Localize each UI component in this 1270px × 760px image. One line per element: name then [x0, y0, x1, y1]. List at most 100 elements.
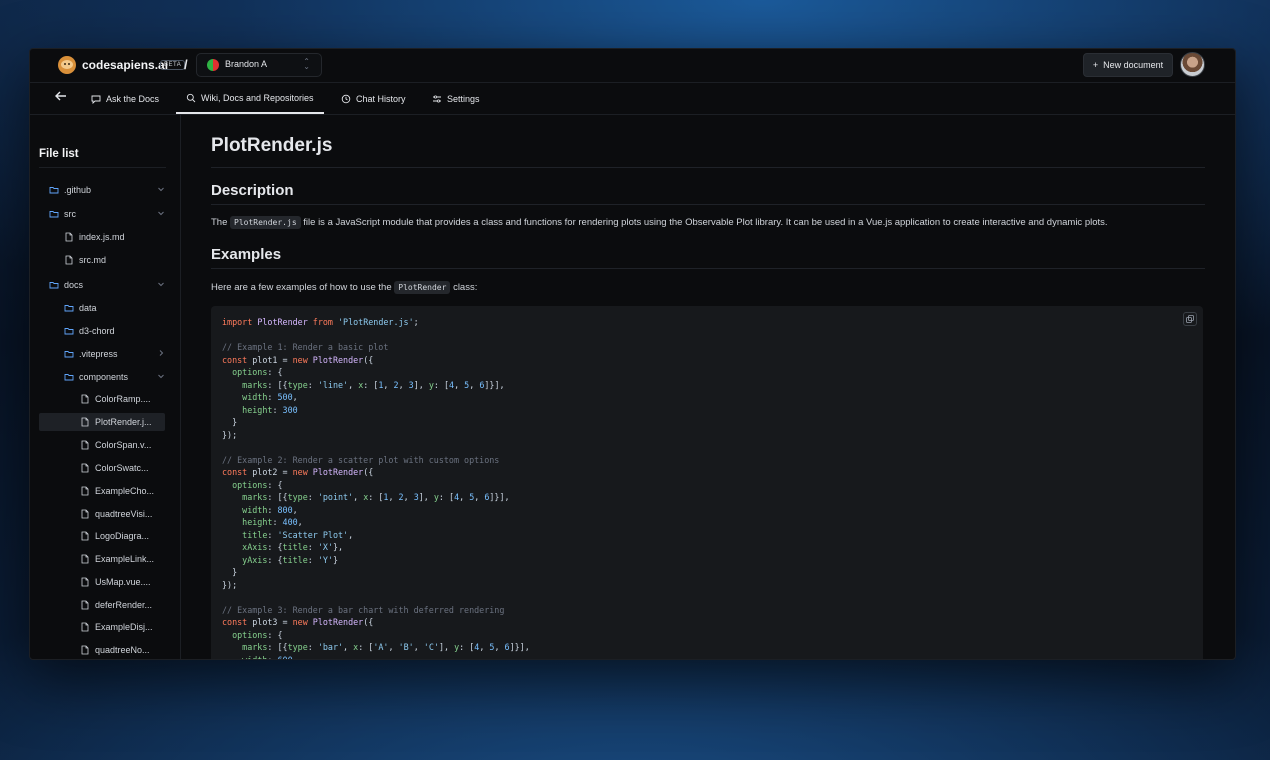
- sidebar-folder[interactable]: .vitepress: [64, 345, 165, 363]
- sidebar-file[interactable]: ColorRamp....: [80, 390, 165, 408]
- chevron-right-icon[interactable]: [157, 349, 165, 359]
- tab-bar: Ask the Docs Wiki, Docs and Repositories…: [30, 83, 1235, 115]
- breadcrumb-separator: /: [184, 57, 188, 72]
- folder-icon: [64, 351, 74, 358]
- inline-code: PlotRender: [394, 281, 451, 294]
- sidebar-file[interactable]: src.md: [64, 251, 165, 269]
- sidebar-folder[interactable]: docs: [49, 276, 165, 294]
- sidebar-item-label: index.js.md: [79, 232, 125, 242]
- sidebar-file[interactable]: ExampleLink...: [80, 550, 165, 568]
- back-arrow-icon[interactable]: [54, 89, 68, 106]
- sidebar-file[interactable]: ExampleDisj...: [80, 618, 165, 636]
- sidebar-folder[interactable]: data: [64, 299, 165, 317]
- sidebar-file[interactable]: ExampleCho...: [80, 482, 165, 500]
- sidebar-item-label: docs: [64, 280, 84, 290]
- sidebar-file[interactable]: UsMap.vue....: [80, 573, 165, 591]
- sidebar-folder[interactable]: d3-chord: [64, 322, 165, 340]
- sidebar-folder[interactable]: .github: [49, 181, 165, 199]
- folder-icon: [49, 187, 59, 194]
- file-icon: [81, 486, 89, 496]
- sidebar-item-label: LogoDiagra...: [95, 531, 150, 541]
- sidebar-item-label: ExampleCho...: [95, 486, 155, 496]
- folder-icon: [49, 211, 59, 218]
- sidebar-item-label: src: [64, 209, 76, 219]
- new-document-button[interactable]: + New document: [1083, 53, 1173, 77]
- sidebar-item-label: data: [79, 303, 97, 313]
- chevron-up-down-icon: ⌃ ⌄: [303, 57, 310, 71]
- sidebar-file[interactable]: ColorSpan.v...: [80, 436, 165, 454]
- tab-ask-the-docs[interactable]: Ask the Docs: [91, 83, 159, 114]
- avatar[interactable]: [1180, 52, 1205, 77]
- sidebar-file[interactable]: ColorSwatc...: [80, 459, 165, 477]
- file-icon: [81, 509, 89, 519]
- tab-label: Chat History: [356, 93, 406, 104]
- inline-code: PlotRender.js: [230, 216, 301, 229]
- tab-label: Ask the Docs: [106, 93, 160, 104]
- code-content: import PlotRender from 'PlotRender.js'; …: [222, 317, 530, 660]
- description-paragraph: The PlotRender.js file is a JavaScript m…: [211, 216, 1108, 229]
- sidebar-file[interactable]: index.js.md: [64, 228, 165, 246]
- sidebar-item-label: components: [79, 372, 129, 382]
- sidebar-file[interactable]: PlotRender.j...: [39, 413, 165, 431]
- tab-wiki-docs-repositories[interactable]: Wiki, Docs and Repositories: [176, 83, 324, 114]
- sidebar-item-label: .github: [64, 185, 92, 195]
- file-icon: [81, 622, 89, 632]
- sidebar-file[interactable]: deferRender...: [80, 596, 165, 614]
- divider: [211, 167, 1205, 168]
- monkey-logo-icon[interactable]: [58, 56, 76, 74]
- tab-label: Wiki, Docs and Repositories: [201, 92, 314, 103]
- copy-icon[interactable]: [1183, 312, 1197, 326]
- file-icon: [81, 645, 89, 655]
- examples-paragraph: Here are a few examples of how to use th…: [211, 281, 478, 294]
- sidebar-item-label: ExampleDisj...: [95, 622, 153, 632]
- sidebar-item-label: .vitepress: [79, 349, 118, 359]
- chevron-down-icon[interactable]: [157, 372, 165, 382]
- sidebar-folder[interactable]: src: [49, 205, 165, 223]
- brand-name[interactable]: codesapiens.ai: [82, 58, 168, 72]
- sidebar-item-label: ColorSpan.v...: [95, 440, 152, 450]
- plus-icon: +: [1092, 60, 1099, 70]
- folder-icon: [64, 305, 74, 312]
- sidebar-item-label: ColorSwatc...: [95, 463, 149, 473]
- search-doc-icon: [186, 93, 196, 102]
- sidebar-item-label: PlotRender.j...: [95, 417, 152, 427]
- chevron-down-icon[interactable]: [157, 185, 165, 195]
- divider: [39, 167, 166, 168]
- sidebar-item-label: d3-chord: [79, 326, 115, 336]
- tab-settings[interactable]: Settings: [432, 83, 480, 114]
- tab-chat-history[interactable]: Chat History: [341, 83, 406, 114]
- top-bar: codesapiens.ai BETA / Brandon A ⌃ ⌄ + New…: [30, 49, 1235, 83]
- user-name: Brandon A: [225, 59, 268, 69]
- app-window: codesapiens.ai BETA / Brandon A ⌃ ⌄ + New…: [29, 48, 1236, 660]
- chevron-down-icon[interactable]: [157, 280, 165, 290]
- file-list-sidebar: File list .github src index.js.md src.md doc…: [30, 115, 181, 659]
- page-title: PlotRender.js: [211, 135, 333, 156]
- file-icon: [81, 531, 89, 541]
- file-icon: [65, 255, 73, 265]
- sidebar-file[interactable]: quadtreeNo...: [80, 641, 165, 659]
- sliders-icon: [433, 94, 441, 103]
- sidebar-file[interactable]: LogoDiagra...: [80, 527, 165, 545]
- chevron-down-icon[interactable]: [157, 209, 165, 219]
- file-icon: [81, 600, 89, 610]
- sidebar-title: File list: [39, 148, 79, 160]
- tab-label: Settings: [447, 93, 480, 104]
- examples-heading: Examples: [211, 246, 282, 263]
- folder-icon: [64, 374, 74, 381]
- sidebar-item-label: ColorRamp....: [95, 394, 151, 404]
- code-block[interactable]: import PlotRender from 'PlotRender.js'; …: [211, 306, 1203, 660]
- sidebar-file[interactable]: quadtreeVisi...: [80, 505, 165, 523]
- sidebar-item-label: ExampleLink...: [95, 554, 155, 564]
- file-icon: [81, 554, 89, 564]
- document-content: PlotRender.js Description The PlotRender…: [181, 115, 1235, 659]
- chat-icon: [91, 95, 101, 104]
- user-selector[interactable]: Brandon A ⌃ ⌄: [196, 53, 322, 77]
- file-icon: [65, 232, 73, 242]
- divider: [211, 204, 1205, 205]
- beta-badge: BETA: [160, 60, 186, 70]
- sidebar-folder[interactable]: components: [64, 368, 165, 386]
- sidebar-item-label: quadtreeNo...: [95, 645, 150, 655]
- divider: [211, 268, 1205, 269]
- sidebar-item-label: UsMap.vue....: [95, 577, 151, 587]
- file-icon: [81, 394, 89, 404]
